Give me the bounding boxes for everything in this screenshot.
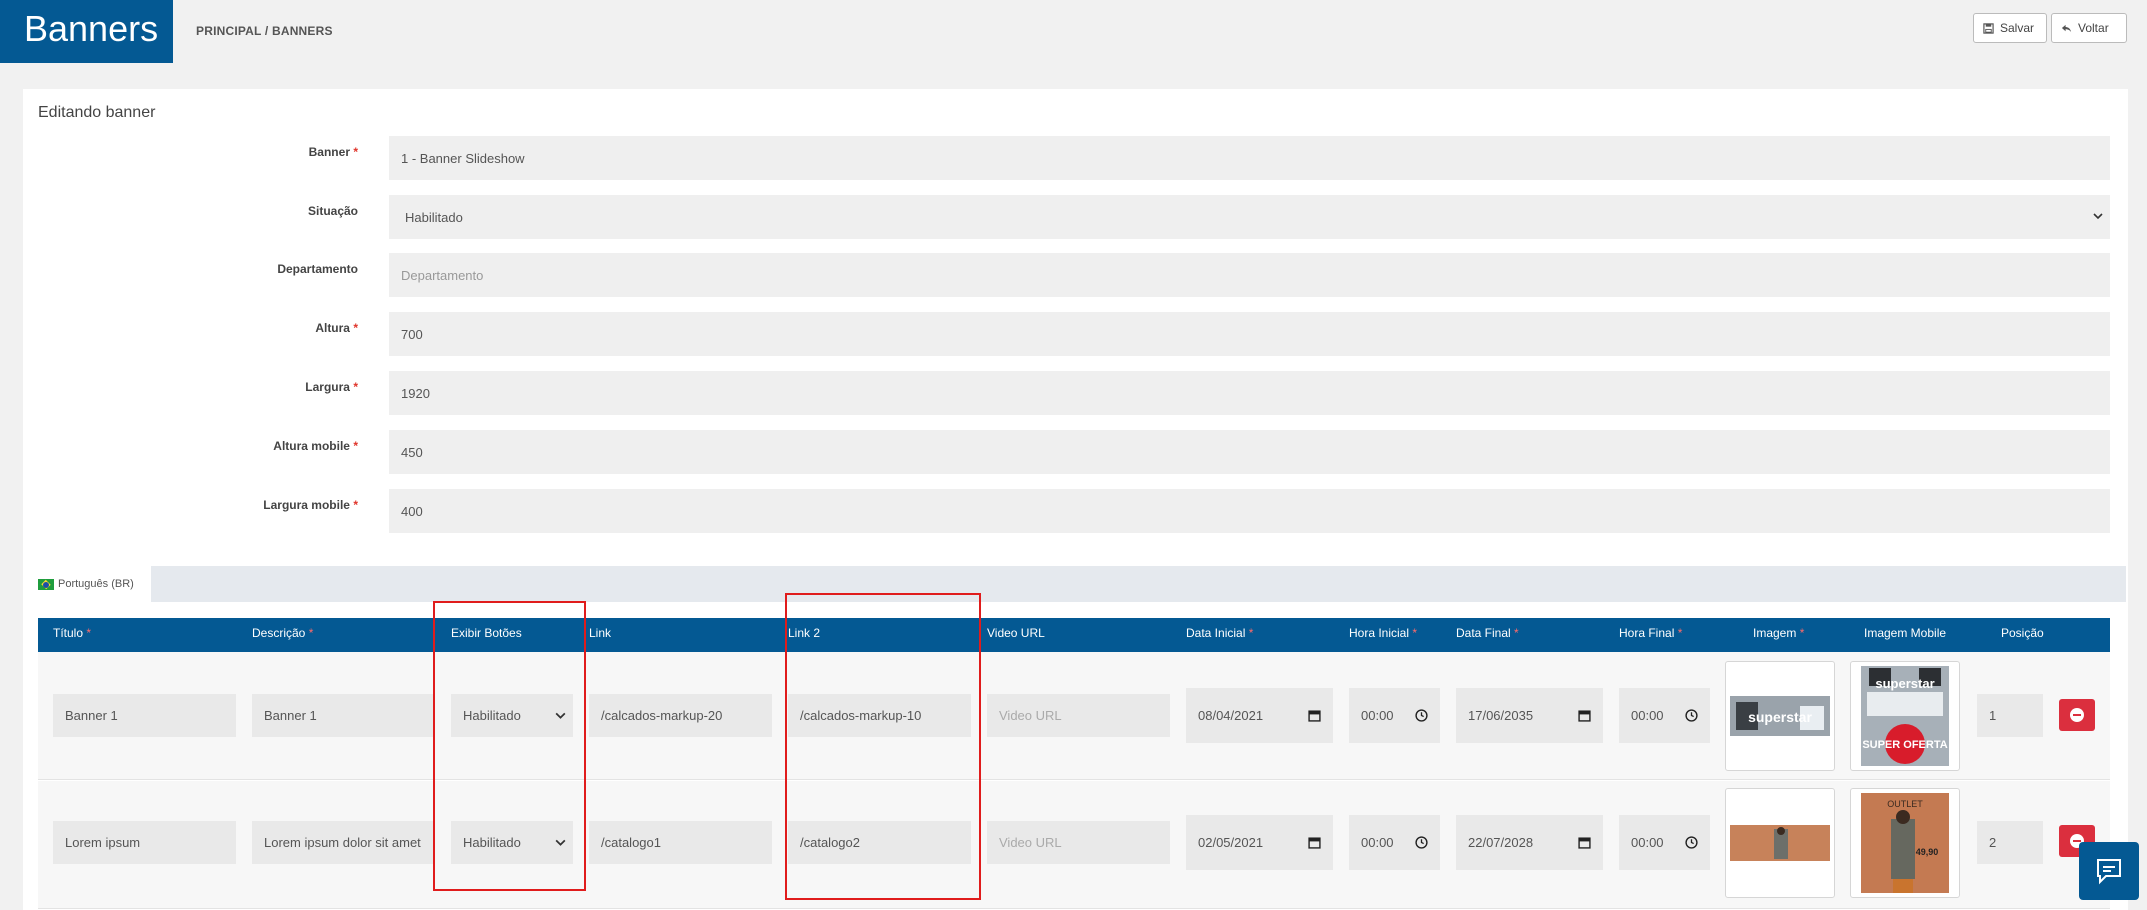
language-tab-bar xyxy=(151,566,2126,602)
row1-descricao-input[interactable]: Banner 1 xyxy=(252,694,435,737)
card-title: Editando banner xyxy=(38,104,156,121)
row2-hora-final-input[interactable]: 00:00 xyxy=(1619,815,1710,870)
largura-field[interactable]: 1920 xyxy=(389,371,2110,415)
departamento-field[interactable]: Departamento xyxy=(389,253,2110,297)
row2-posicao-input[interactable]: 2 xyxy=(1977,821,2043,864)
row1-data-final-input[interactable]: 17/06/2035 xyxy=(1456,688,1603,743)
breadcrumb: PRINCIPAL / BANNERS xyxy=(196,24,333,38)
row2-data-final-input[interactable]: 22/07/2028 xyxy=(1456,815,1603,870)
situacao-label: Situação xyxy=(307,204,358,218)
row1-imagem-thumbnail[interactable]: superstar xyxy=(1725,661,1835,771)
banner-mobile-image: OUTLET 49,90 xyxy=(1861,793,1949,893)
banner-image: superstar xyxy=(1730,696,1830,736)
row1-imagem-text: superstar xyxy=(1748,709,1812,725)
save-icon xyxy=(1983,22,1994,34)
row1-data-final-value: 17/06/2035 xyxy=(1468,708,1534,723)
clock-icon[interactable] xyxy=(1415,836,1428,849)
calendar-icon[interactable] xyxy=(1578,709,1591,722)
largura-mobile-field[interactable]: 400 xyxy=(389,489,2110,533)
row1-hora-inicial-input[interactable]: 00:00 xyxy=(1349,688,1440,743)
row2-hora-final-value: 00:00 xyxy=(1631,835,1664,850)
row2-data-inicial-input[interactable]: 02/05/2021 xyxy=(1186,815,1333,870)
highlight-exibir-botoes xyxy=(433,601,586,891)
tab-portugues[interactable]: Português (BR) xyxy=(38,578,134,590)
banner-field[interactable]: 1 - Banner Slideshow xyxy=(389,136,2110,180)
row2-link-input[interactable]: /catalogo1 xyxy=(589,821,772,864)
banner-mobile-image: superstar SUPER OFERTA xyxy=(1861,666,1949,766)
row1-imagem-mobile-thumbnail[interactable]: superstar SUPER OFERTA xyxy=(1850,661,1960,771)
col-imagem-mobile: Imagem Mobile xyxy=(1864,626,1947,640)
col-posicao: Posição xyxy=(2001,626,2044,640)
clock-icon[interactable] xyxy=(1685,836,1698,849)
row2-imagem-thumbnail[interactable] xyxy=(1725,788,1835,898)
altura-mobile-field[interactable]: 450 xyxy=(389,430,2110,474)
save-button[interactable]: Salvar xyxy=(1973,13,2047,43)
row1-data-inicial-value: 08/04/2021 xyxy=(1198,708,1264,723)
row1-remove-button[interactable] xyxy=(2059,699,2095,731)
row1-hora-inicial-value: 00:00 xyxy=(1361,708,1394,723)
clock-icon[interactable] xyxy=(1415,709,1428,722)
row2-data-inicial-value: 02/05/2021 xyxy=(1198,835,1264,850)
situacao-value: Habilitado xyxy=(405,209,463,225)
row2-video-url-input[interactable]: Video URL xyxy=(987,821,1170,864)
banner-label: Banner * xyxy=(308,145,358,159)
row1-titulo-input[interactable]: Banner 1 xyxy=(53,694,236,737)
calendar-icon[interactable] xyxy=(1308,836,1321,849)
row2-data-final-value: 22/07/2028 xyxy=(1468,835,1534,850)
row2-imagem-mobile-thumbnail[interactable]: OUTLET 49,90 xyxy=(1850,788,1960,898)
altura-label: Altura * xyxy=(315,321,358,335)
calendar-icon[interactable] xyxy=(1578,836,1591,849)
situacao-select[interactable]: Habilitado xyxy=(389,195,2110,239)
row2-hora-inicial-input[interactable]: 00:00 xyxy=(1349,815,1440,870)
row1-posicao-input[interactable]: 1 xyxy=(1977,694,2043,737)
largura-mobile-label: Largura mobile * xyxy=(263,498,358,512)
row1-video-url-input[interactable]: Video URL xyxy=(987,694,1170,737)
altura-mobile-label: Altura mobile * xyxy=(273,439,358,453)
save-button-label: Salvar xyxy=(2000,21,2035,35)
col-hora-inicial: Hora Inicial * xyxy=(1349,626,1418,640)
brazil-flag-icon xyxy=(38,578,54,590)
banner-image xyxy=(1730,825,1830,861)
col-link: Link xyxy=(589,626,612,640)
chevron-down-icon xyxy=(2093,213,2103,220)
tab-portugues-label: Português (BR) xyxy=(58,578,134,590)
chat-icon xyxy=(2097,859,2121,885)
col-hora-final: Hora Final * xyxy=(1619,626,1683,640)
calendar-icon[interactable] xyxy=(1308,709,1321,722)
row2-imagem-mobile-price: 49,90 xyxy=(1916,847,1939,857)
highlight-link2 xyxy=(785,593,981,900)
col-data-final: Data Final * xyxy=(1456,626,1519,640)
col-titulo: Título * xyxy=(53,626,92,640)
col-data-inicial: Data Inicial * xyxy=(1186,626,1254,640)
col-video-url: Video URL xyxy=(987,626,1045,640)
altura-field[interactable]: 700 xyxy=(389,312,2110,356)
minus-circle-icon xyxy=(2070,708,2084,722)
row1-imagem-mobile-text2: SUPER OFERTA xyxy=(1862,739,1947,751)
reply-icon xyxy=(2061,24,2072,32)
chat-button[interactable] xyxy=(2079,842,2139,900)
back-button-label: Voltar xyxy=(2078,21,2109,35)
row2-descricao-input[interactable]: Lorem ipsum dolor sit amet xyxy=(252,821,435,864)
col-imagem: Imagem * xyxy=(1753,626,1805,640)
app-logo: Banners xyxy=(0,0,173,63)
row1-imagem-mobile-text: superstar xyxy=(1875,676,1934,691)
col-descricao: Descrição * xyxy=(252,626,314,640)
largura-label: Largura * xyxy=(305,380,358,394)
row1-hora-final-input[interactable]: 00:00 xyxy=(1619,688,1710,743)
back-button[interactable]: Voltar xyxy=(2051,13,2127,43)
row2-titulo-input[interactable]: Lorem ipsum xyxy=(53,821,236,864)
row1-data-inicial-input[interactable]: 08/04/2021 xyxy=(1186,688,1333,743)
row2-imagem-mobile-text: OUTLET xyxy=(1887,799,1923,809)
row1-hora-final-value: 00:00 xyxy=(1631,708,1664,723)
row1-link-input[interactable]: /calcados-markup-20 xyxy=(589,694,772,737)
clock-icon[interactable] xyxy=(1685,709,1698,722)
row2-hora-inicial-value: 00:00 xyxy=(1361,835,1394,850)
departamento-label: Departamento xyxy=(277,262,358,276)
